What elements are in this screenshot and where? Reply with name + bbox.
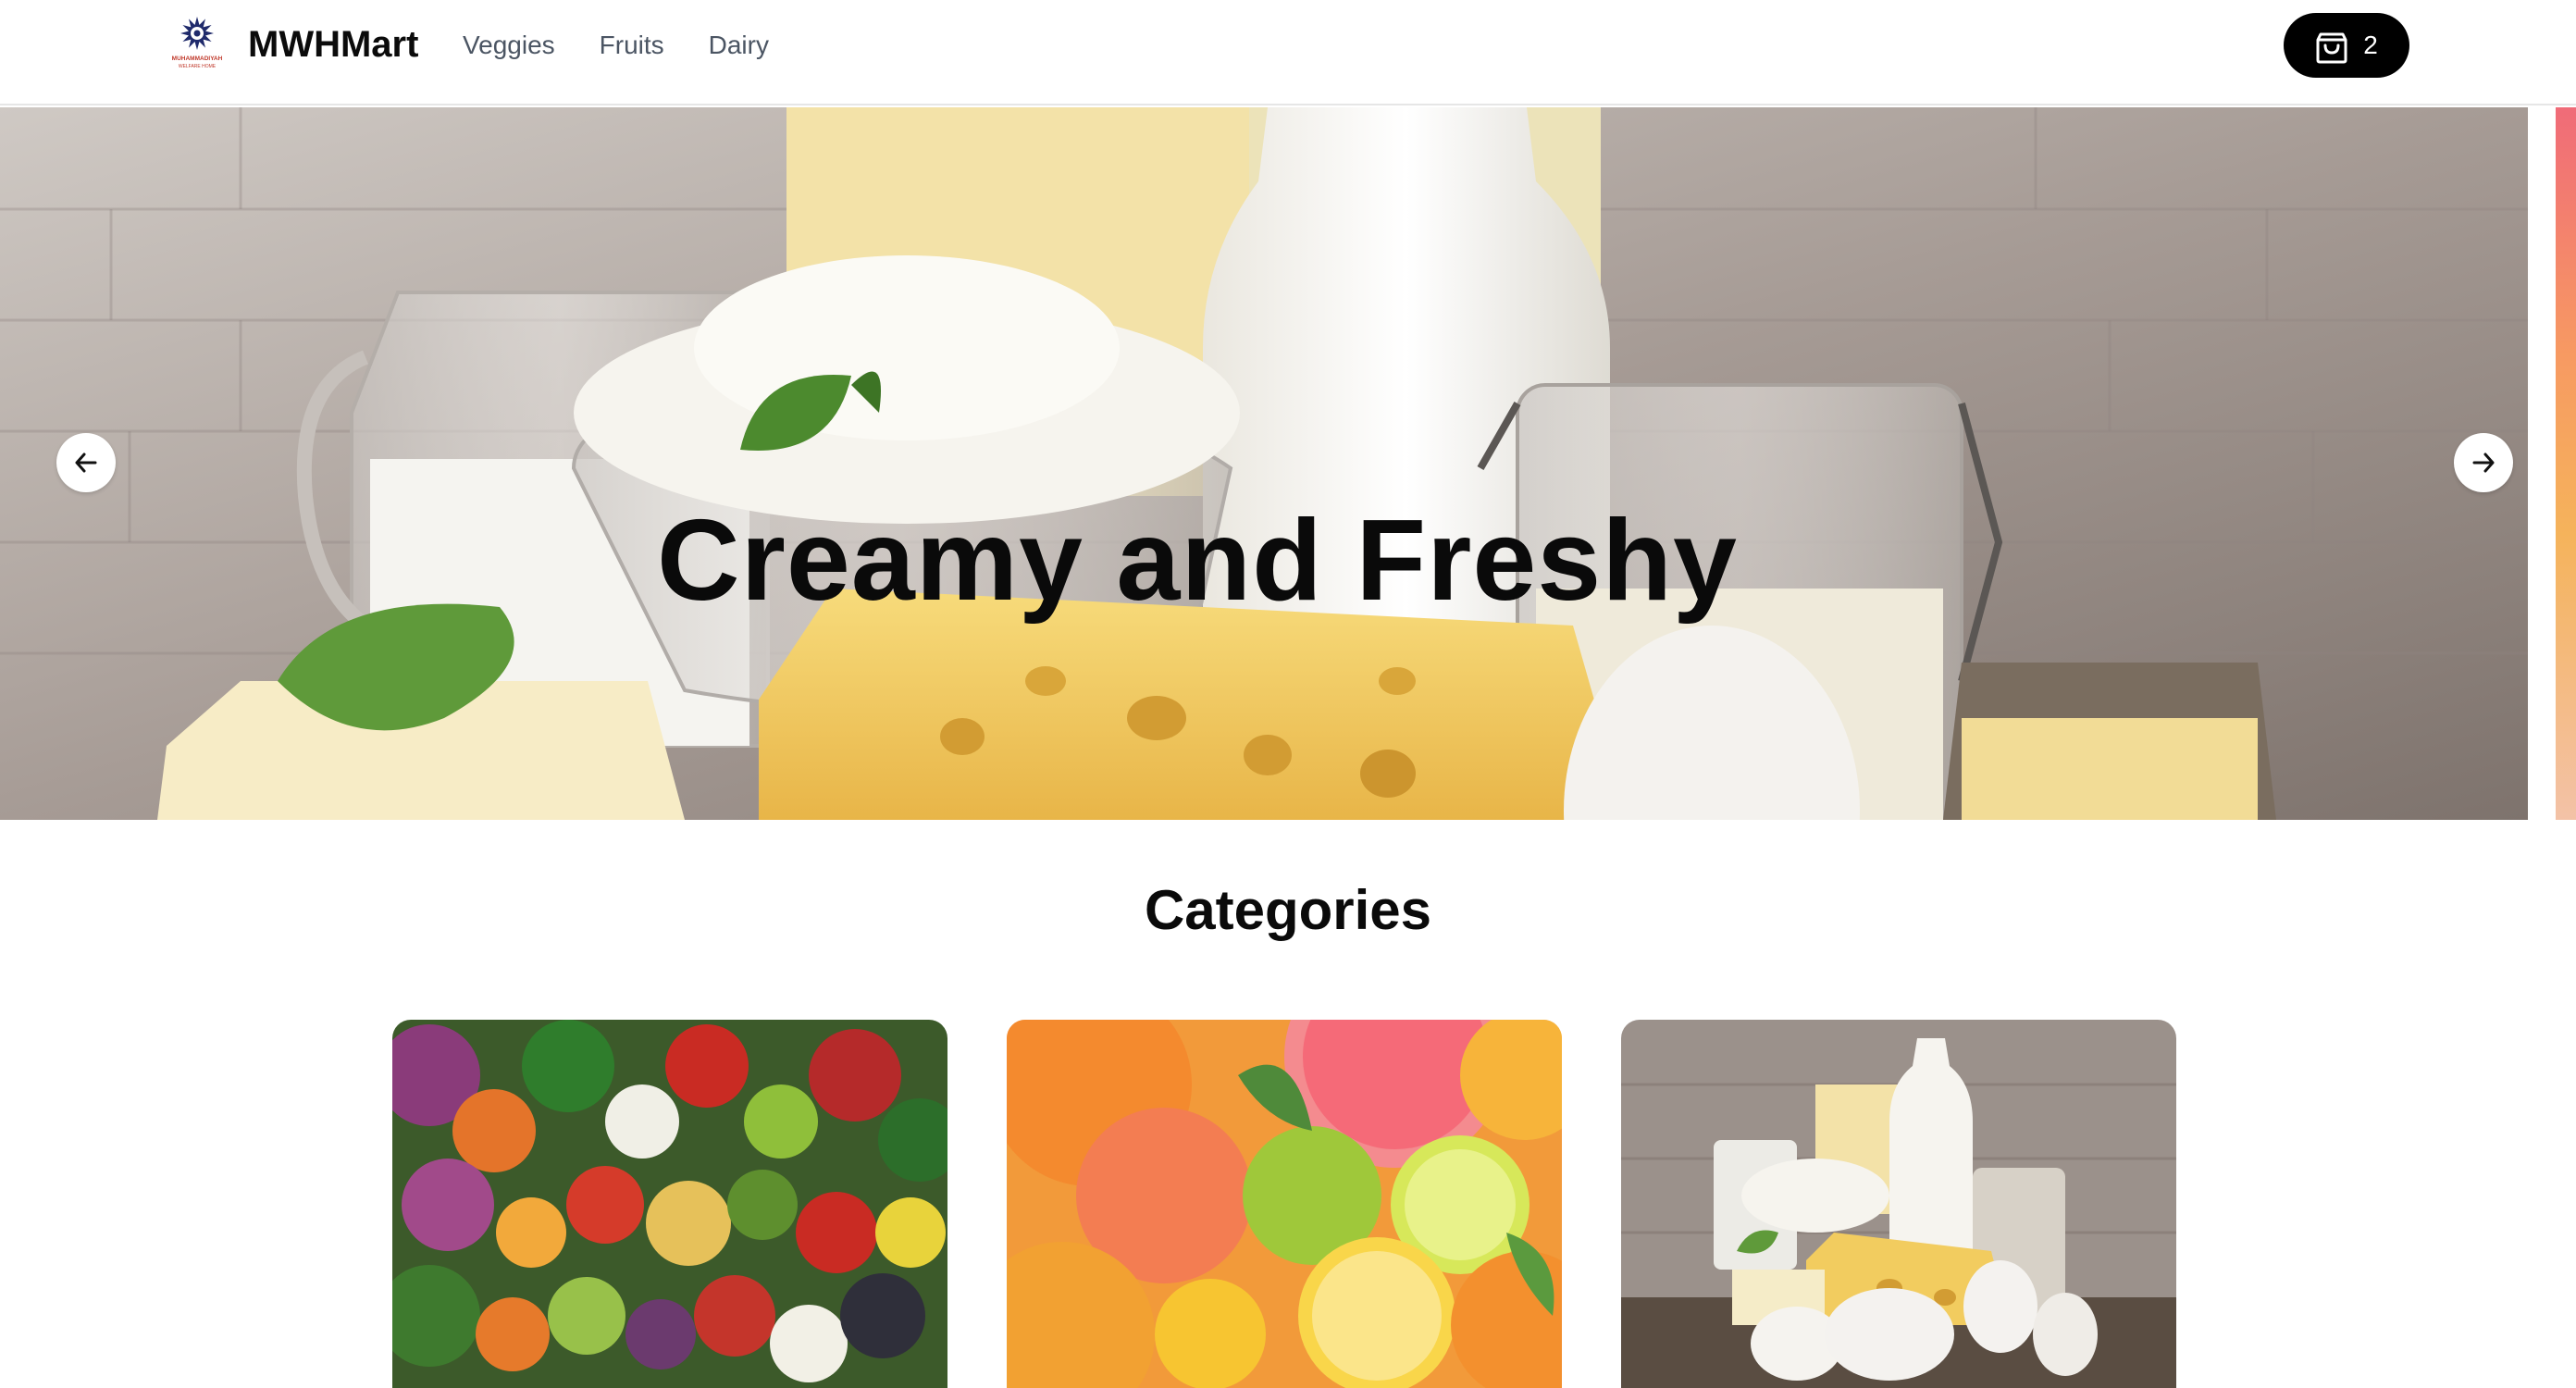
category-card-fruits[interactable] — [1007, 1020, 1562, 1388]
category-card-dairy[interactable] — [1621, 1020, 2176, 1388]
main-nav: Veggies Fruits Dairy — [463, 28, 769, 63]
categories-heading: Categories — [1144, 879, 1432, 941]
nav-link-dairy[interactable]: Dairy — [709, 28, 769, 63]
brand-name[interactable]: MWHMart — [248, 20, 418, 68]
svg-text:MUHAMMADIYAH: MUHAMMADIYAH — [172, 56, 223, 62]
cart-button[interactable]: 2 — [2284, 13, 2409, 78]
arrow-left-icon — [75, 452, 97, 473]
top-navbar: MUHAMMADIYAH WELFARE HOME MWHMart Veggie… — [0, 0, 2576, 105]
shopping-bag-icon — [2316, 32, 2347, 64]
vegetables-image — [392, 1020, 947, 1388]
nav-link-fruits[interactable]: Fruits — [600, 28, 664, 63]
carousel-next-button[interactable] — [2454, 433, 2513, 492]
category-card-veggies[interactable] — [392, 1020, 947, 1388]
brand-logo[interactable]: MUHAMMADIYAH WELFARE HOME — [165, 13, 229, 70]
dairy-products-image — [1621, 1020, 2176, 1388]
hero-title: Creamy and Freshy — [657, 497, 1738, 625]
arrow-right-icon — [2472, 452, 2495, 473]
carousel-prev-button[interactable] — [56, 433, 116, 492]
svg-text:WELFARE HOME: WELFARE HOME — [179, 64, 217, 69]
hero-carousel-slide: Creamy and Freshy — [0, 107, 2528, 820]
citrus-fruits-image — [1007, 1020, 1562, 1388]
hero-dairy-image — [0, 107, 2528, 820]
next-slide-peek — [2556, 107, 2576, 820]
sun-emblem-icon: MUHAMMADIYAH WELFARE HOME — [172, 17, 223, 69]
nav-link-veggies[interactable]: Veggies — [463, 28, 555, 63]
cart-count-badge: 2 — [2363, 31, 2378, 59]
